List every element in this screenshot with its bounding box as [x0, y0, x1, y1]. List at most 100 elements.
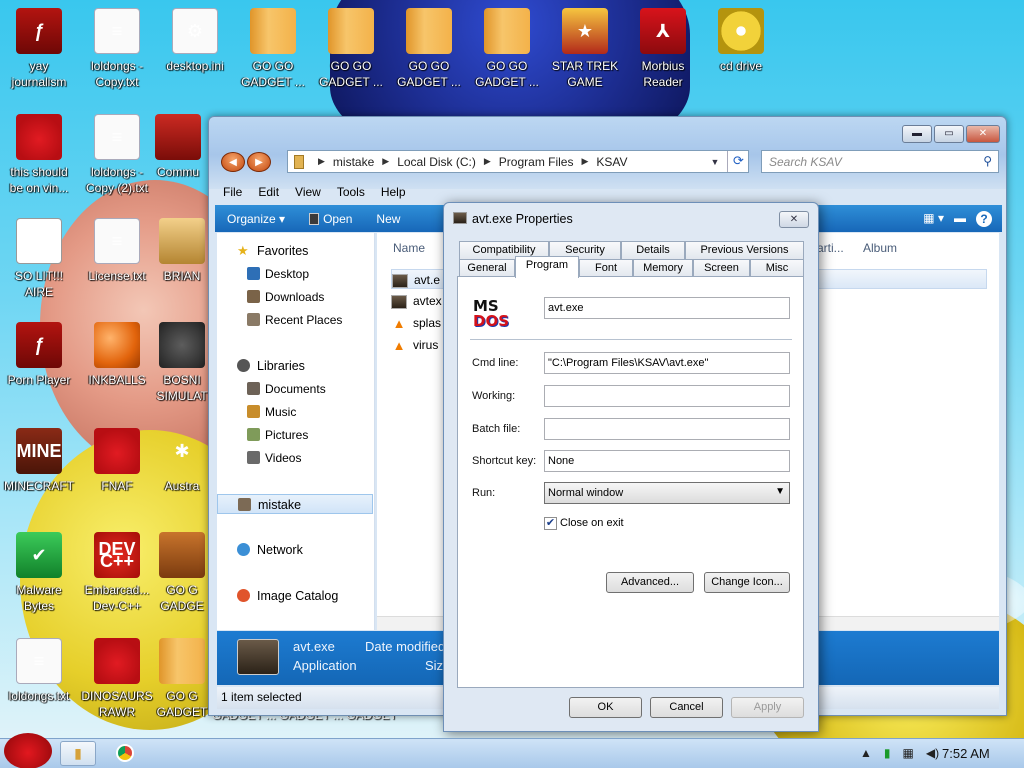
desktop-icon-dinosaurs-rawr[interactable]: DINOSAURS RAWR	[78, 638, 156, 720]
tab-memory[interactable]: Memory	[633, 259, 693, 277]
details-file-type: Application	[293, 658, 357, 673]
start-button[interactable]	[4, 733, 52, 768]
dialog-close-button[interactable]: ✕	[779, 211, 809, 228]
tab-previous-versions[interactable]: Previous Versions	[685, 241, 804, 259]
desktop-icon-cd-drive[interactable]: cd drive	[702, 8, 780, 74]
desktop-icon-loldongs-copy-2[interactable]: ≡ loldongs - Copy (2).txt	[78, 114, 156, 196]
taskbar-explorer-button[interactable]: ▮	[60, 741, 96, 766]
menu-file[interactable]: File	[215, 183, 250, 203]
properties-dialog[interactable]: avt.exe Properties ✕ Compatibility Secur…	[443, 202, 819, 732]
nav-documents[interactable]: Documents	[217, 379, 373, 399]
desktop-icon-this-should[interactable]: this should be on vin...	[0, 114, 78, 196]
breadcrumb-program-files[interactable]: Program Files	[499, 155, 574, 169]
menu-tools[interactable]: Tools	[329, 183, 373, 203]
battery-icon[interactable]: ▮	[884, 746, 891, 760]
desktop-icon-bosnia-simulator[interactable]: BOSNI SIMULAT	[156, 322, 208, 404]
organize-button[interactable]: Organize ▾	[215, 212, 297, 226]
desktop-icon-morbius-reader[interactable]: ⅄ Morbius Reader	[624, 8, 702, 90]
preview-pane-icon[interactable]: ▬	[954, 211, 966, 227]
refresh-icon[interactable]: ⟳	[727, 151, 749, 172]
view-options-icon[interactable]: ▦ ▾	[923, 211, 944, 227]
tab-general[interactable]: General	[459, 259, 515, 277]
change-icon-button[interactable]: Change Icon...	[704, 572, 790, 593]
nav-image-catalog[interactable]: Image Catalog	[217, 586, 373, 606]
cmd-line-field[interactable]: "C:\Program Files\KSAV\avt.exe"	[544, 352, 790, 374]
column-header-album[interactable]: Album	[863, 241, 897, 255]
new-folder-button[interactable]: New	[364, 212, 412, 226]
desktop-icon-license-txt[interactable]: ≡ License.txt	[78, 218, 156, 284]
tab-misc[interactable]: Misc	[750, 259, 804, 277]
address-dropdown-icon[interactable]: ▼	[706, 157, 724, 167]
nav-desktop[interactable]: Desktop	[217, 264, 373, 284]
tab-font[interactable]: Font	[579, 259, 633, 277]
desktop-icon-go-go-gadget-1[interactable]: GO GO GADGET ...	[234, 8, 312, 90]
desktop-icon-go-go-gadget-3[interactable]: GO GO GADGET ...	[390, 8, 468, 90]
nav-pictures[interactable]: Pictures	[217, 425, 373, 445]
cancel-button[interactable]: Cancel	[650, 697, 723, 718]
breadcrumb-ksav[interactable]: KSAV	[596, 155, 627, 169]
close-on-exit-checkbox[interactable]: ✔	[544, 517, 557, 530]
column-header-participating[interactable]: arti...	[817, 241, 844, 255]
desktop-icon-brian[interactable]: BRIAN	[156, 218, 208, 284]
search-icon[interactable]: ⚲	[983, 154, 992, 168]
desktop-icon-minecraft[interactable]: MINE MINECRAFT	[0, 428, 78, 494]
desktop-icon-inkballs[interactable]: INKBALLS	[78, 322, 156, 388]
nav-music[interactable]: Music	[217, 402, 373, 422]
shortcut-key-field[interactable]: None	[544, 450, 790, 472]
desktop-icon-fnaf[interactable]: FNAF	[78, 428, 156, 494]
nav-recent-places[interactable]: Recent Places	[217, 310, 373, 330]
desktop-icon-commu[interactable]: Commu	[148, 114, 208, 180]
apply-button[interactable]: Apply	[731, 697, 804, 718]
address-bar[interactable]: ▶ mistake ▶ Local Disk (C:) ▶ Program Fi…	[287, 150, 749, 173]
back-arrow-icon[interactable]: ◀	[221, 152, 245, 172]
desktop-icon-go-go-gadget-6[interactable]: GO G GADGET	[156, 638, 208, 720]
tab-screen[interactable]: Screen	[693, 259, 750, 277]
nav-mistake[interactable]: mistake	[217, 494, 373, 514]
tab-details[interactable]: Details	[621, 241, 685, 259]
desktop-icon-go-go-gadget-5[interactable]: GO G GADGE	[156, 532, 208, 614]
desktop-icon-porn-player[interactable]: ƒ Porn Player	[0, 322, 78, 388]
ok-button[interactable]: OK	[569, 697, 642, 718]
search-input[interactable]: Search KSAV ⚲	[761, 150, 999, 173]
nav-libraries[interactable]: Libraries	[217, 356, 373, 376]
menu-view[interactable]: View	[287, 183, 329, 203]
run-select[interactable]: Normal window ▼	[544, 482, 790, 504]
forward-arrow-icon[interactable]: ▶	[247, 152, 271, 172]
network-icon[interactable]: ▦	[903, 746, 914, 760]
column-header-name[interactable]: Name	[393, 241, 425, 255]
minimize-button[interactable]: ▬	[902, 125, 932, 143]
open-button[interactable]: Open	[297, 212, 364, 226]
nav-network[interactable]: Network	[217, 540, 373, 560]
desktop-icon-go-go-gadget-2[interactable]: GO GO GADGET ...	[312, 8, 390, 90]
desktop-icon-so-lit-aire[interactable]: ♠ SO LIT!!! AIRE	[0, 218, 78, 300]
desktop-icon-loldongs-txt[interactable]: ≡ loldongs.txt	[0, 638, 78, 704]
menu-help[interactable]: Help	[373, 183, 414, 203]
desktop-icon-loldongs-copy[interactable]: ≡ loldongs - Copy.txt	[78, 8, 156, 90]
close-button[interactable]: ✕	[966, 125, 1000, 143]
clock[interactable]: 7:52 AM	[942, 746, 990, 761]
desktop-icon-malware-bytes[interactable]: ✔ Malware Bytes	[0, 532, 78, 614]
breadcrumb-mistake[interactable]: mistake	[333, 155, 374, 169]
desktop-icon-dev-cpp[interactable]: DEV C++ Embarcad... Dev-C++	[78, 532, 156, 614]
recent-places-icon	[247, 313, 260, 326]
chrome-icon[interactable]	[116, 744, 134, 762]
desktop-icon-austra[interactable]: ✱ Austra	[156, 428, 208, 494]
desktop-icon-desktop-ini[interactable]: ⚙ desktop.ini	[156, 8, 234, 74]
working-field[interactable]	[544, 385, 790, 407]
nav-favorites[interactable]: ★ Favorites	[217, 241, 373, 261]
desktop-icon-yay-journalism[interactable]: ƒ yay journalism	[0, 8, 78, 90]
volume-icon[interactable]: ◀)	[926, 746, 939, 760]
desktop-icon-star-trek-game[interactable]: ★ STAR TREK GAME	[546, 8, 624, 90]
program-name-field[interactable]: avt.exe	[544, 297, 790, 319]
tab-program[interactable]: Program	[515, 256, 579, 278]
menu-edit[interactable]: Edit	[250, 183, 287, 203]
maximize-button[interactable]: ▭	[934, 125, 964, 143]
nav-downloads[interactable]: Downloads	[217, 287, 373, 307]
nav-videos[interactable]: Videos	[217, 448, 373, 468]
batch-file-field[interactable]	[544, 418, 790, 440]
advanced-button[interactable]: Advanced...	[606, 572, 694, 593]
desktop-icon-go-go-gadget-4[interactable]: GO GO GADGET ...	[468, 8, 546, 90]
help-icon[interactable]: ?	[976, 210, 992, 227]
show-hidden-icons-icon[interactable]: ▲	[860, 746, 872, 760]
breadcrumb-local-disk[interactable]: Local Disk (C:)	[397, 155, 476, 169]
